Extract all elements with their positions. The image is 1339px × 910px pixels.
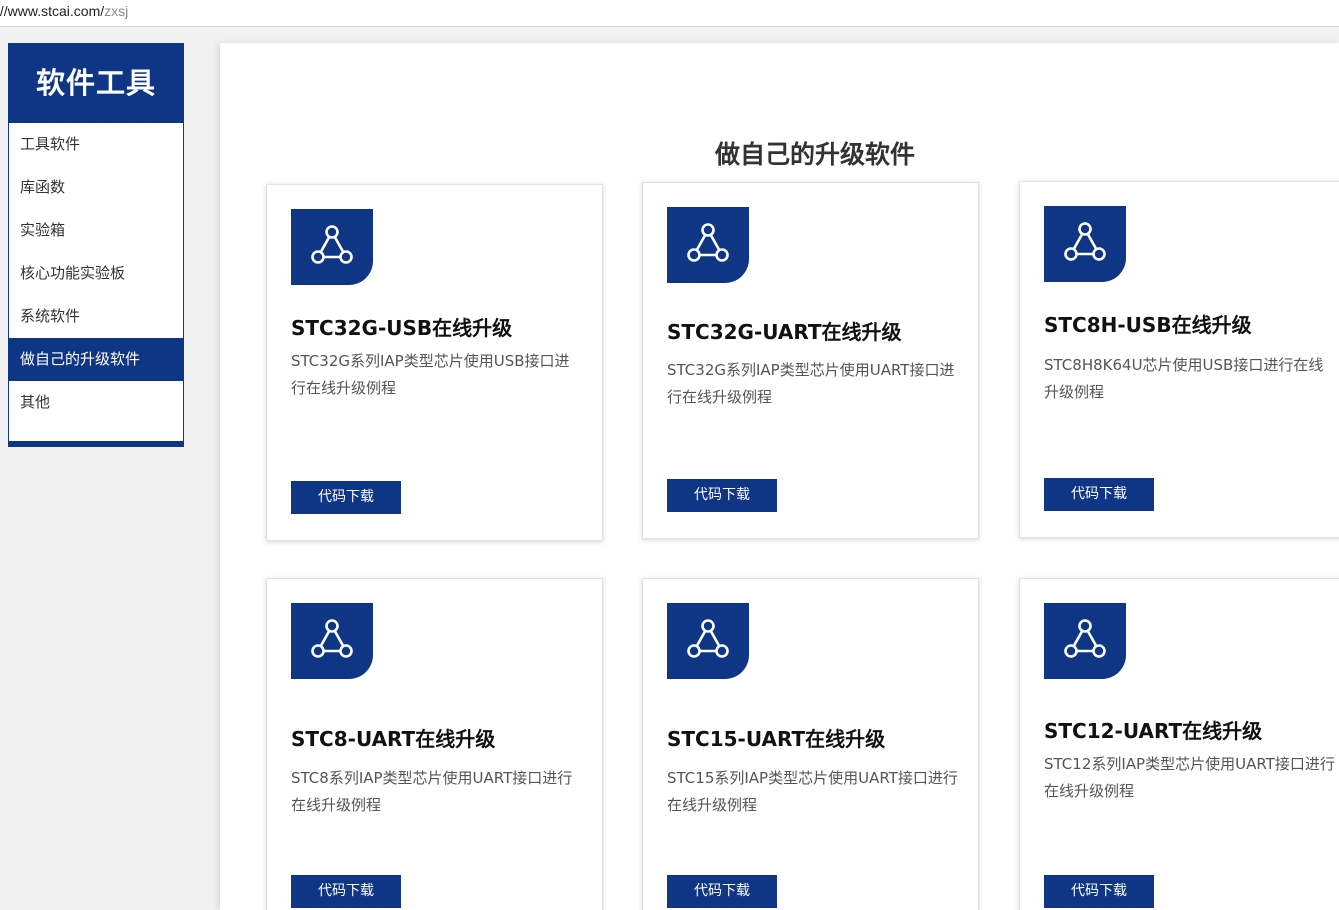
code-download-button[interactable]: 代码下载 <box>667 875 777 908</box>
share-network-icon <box>1044 603 1126 679</box>
card-description: STC8系列IAP类型芯片使用UART接口进行在线升级例程 <box>291 769 573 814</box>
code-download-button[interactable]: 代码下载 <box>291 481 401 514</box>
card-description: STC32G系列IAP类型芯片使用USB接口进行在线升级例程 <box>291 352 570 397</box>
address-bar-url[interactable]: ://www.stcai.com/zxsj <box>0 3 128 19</box>
card-description: STC15系列IAP类型芯片使用UART接口进行在线升级例程 <box>667 769 958 814</box>
address-bar[interactable]: ://www.stcai.com/zxsj <box>0 0 1339 27</box>
card-description: STC12系列IAP类型芯片使用UART接口进行在线升级例程 <box>1044 755 1335 800</box>
card-description: STC8H8K64U芯片使用USB接口进行在线升级例程 <box>1044 356 1324 401</box>
share-network-icon <box>667 207 749 283</box>
software-card: STC15-UART在线升级 STC15系列IAP类型芯片使用UART接口进行在… <box>642 578 979 910</box>
sidebar-item-core-function-board[interactable]: 核心功能实验板 <box>9 252 183 295</box>
sidebar-item-library-functions[interactable]: 库函数 <box>9 166 183 209</box>
page-title: 做自己的升级软件 <box>714 140 915 169</box>
software-card: STC12-UART在线升级 STC12系列IAP类型芯片使用UART接口进行在… <box>1019 578 1339 910</box>
sidebar: 软件工具 工具软件 库函数 实验箱 核心功能实验板 系统软件 做自己的升级软件 … <box>8 43 184 447</box>
card-title: STC12-UART在线升级 <box>1044 719 1263 743</box>
code-download-button[interactable]: 代码下载 <box>291 875 401 908</box>
card-title: STC32G-USB在线升级 <box>291 316 513 340</box>
sidebar-item-experiment-box[interactable]: 实验箱 <box>9 209 183 252</box>
share-network-icon <box>1044 206 1126 282</box>
software-card: STC32G-USB在线升级 STC32G系列IAP类型芯片使用USB接口进行在… <box>266 184 603 541</box>
sidebar-item-tool-software[interactable]: 工具软件 <box>9 123 183 166</box>
sidebar-item-own-upgrade-software[interactable]: 做自己的升级软件 <box>9 338 183 381</box>
card-description: STC32G系列IAP类型芯片使用UART接口进行在线升级例程 <box>667 361 955 406</box>
sidebar-footer-bar <box>9 441 183 446</box>
code-download-button[interactable]: 代码下载 <box>667 479 777 512</box>
code-download-button[interactable]: 代码下载 <box>1044 478 1154 511</box>
card-title: STC15-UART在线升级 <box>667 727 886 751</box>
sidebar-item-system-software[interactable]: 系统软件 <box>9 295 183 338</box>
main-content: 做自己的升级软件 STC32G-USB在线升级 STC32G系列IAP类型芯片使… <box>220 43 1339 910</box>
card-title: STC32G-UART在线升级 <box>667 320 902 344</box>
sidebar-item-other[interactable]: 其他 <box>9 381 183 424</box>
card-title: STC8H-USB在线升级 <box>1044 313 1252 337</box>
card-title: STC8-UART在线升级 <box>291 727 496 751</box>
share-network-icon <box>291 603 373 679</box>
sidebar-title: 软件工具 <box>9 44 183 123</box>
software-card: STC8-UART在线升级 STC8系列IAP类型芯片使用UART接口进行在线升… <box>266 578 603 910</box>
software-card: STC8H-USB在线升级 STC8H8K64U芯片使用USB接口进行在线升级例… <box>1019 181 1339 538</box>
software-card: STC32G-UART在线升级 STC32G系列IAP类型芯片使用UART接口进… <box>642 182 979 539</box>
code-download-button[interactable]: 代码下载 <box>1044 875 1154 908</box>
share-network-icon <box>667 603 749 679</box>
share-network-icon <box>291 209 373 285</box>
